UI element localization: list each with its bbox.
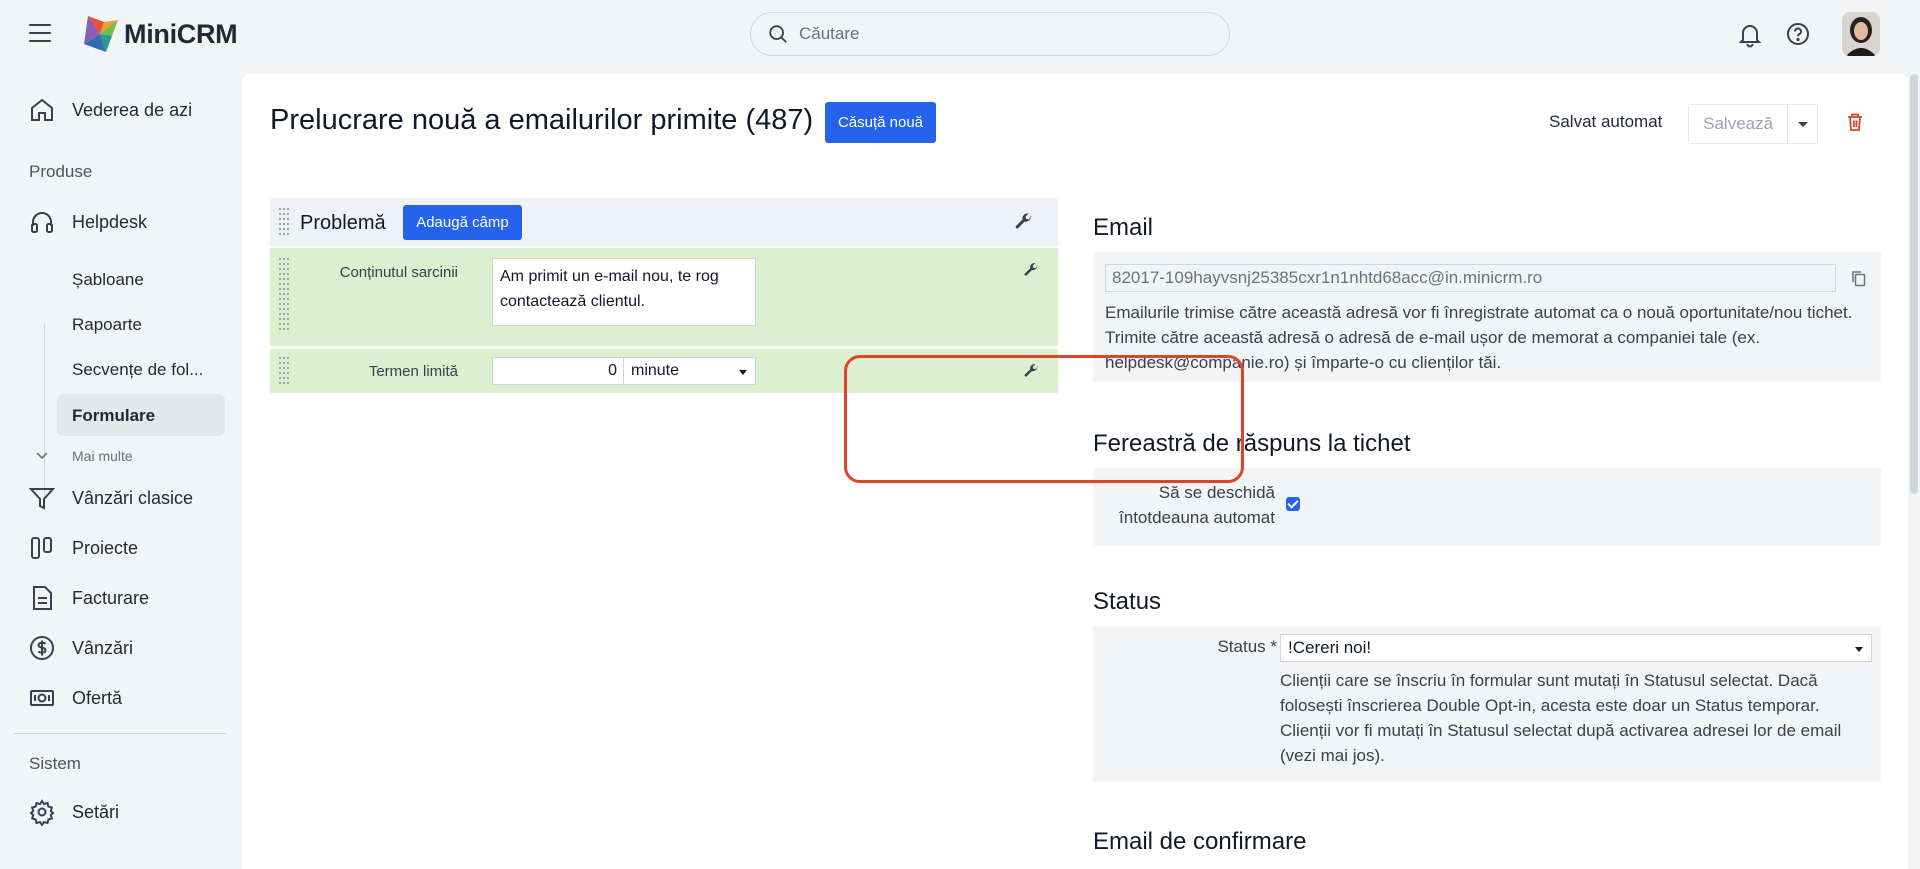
- submenu-line: [44, 324, 45, 508]
- sidebar-item-sales[interactable]: Vânzări: [28, 634, 133, 662]
- headset-icon: [31, 212, 53, 233]
- drag-handle[interactable]: [279, 208, 289, 238]
- kanban-icon: [31, 537, 52, 559]
- help-icon[interactable]: [1786, 22, 1810, 46]
- sidebar-item-label: Ofertă: [72, 687, 123, 708]
- top-bar: MiniCRM: [0, 0, 1920, 70]
- auto-open-label-line2: întotdeauna automat: [1119, 508, 1275, 527]
- sidebar-item-offer[interactable]: Ofertă: [28, 684, 122, 712]
- sidebar-item-label: Setări: [72, 801, 120, 822]
- sidebar-subitem-templates[interactable]: Șabloane: [72, 270, 144, 290]
- save-button-group: Salvează: [1688, 104, 1818, 144]
- funnel-icon: [28, 488, 56, 510]
- sidebar-subitem-sequences[interactable]: Secvențe de fol...: [72, 360, 203, 380]
- search-box[interactable]: [750, 12, 1230, 56]
- sidebar-item-label: Proiecte: [72, 537, 139, 558]
- sidebar-item-projects[interactable]: Proiecte: [28, 534, 138, 562]
- task-content-textarea[interactable]: Am primit un e-mail nou, te rog contacte…: [492, 258, 756, 326]
- field-label: Conținutul sarcinii: [339, 264, 458, 281]
- highlight-annotation: [844, 355, 1244, 483]
- logo[interactable]: MiniCRM: [80, 14, 238, 54]
- wrench-icon[interactable]: [1024, 262, 1039, 277]
- auto-open-checkbox[interactable]: [1286, 497, 1300, 511]
- status-label: Status *: [1217, 637, 1277, 656]
- auto-open-label-line1: Să se deschidă: [1158, 483, 1275, 502]
- section-label-system: Sistem: [29, 754, 81, 773]
- banknote-icon: [30, 690, 54, 706]
- sidebar-subitem-reports[interactable]: Rapoarte: [72, 315, 142, 335]
- gear-icon: [29, 799, 55, 826]
- bell-icon[interactable]: [1738, 22, 1762, 48]
- app-name: MiniCRM: [124, 18, 238, 49]
- user-avatar-icon: [1842, 12, 1880, 56]
- sidebar-item-label: Helpdesk: [72, 211, 148, 232]
- sidebar-item-label: Vederea de azi: [72, 99, 193, 120]
- chevron-down-icon: [36, 452, 48, 460]
- status-panel: Status * !Cereri noi! Clienții care se î…: [1093, 626, 1881, 782]
- sidebar-item-label: Facturare: [72, 587, 150, 608]
- form-field-row: Conținutul sarcinii Am primit un e-mail …: [270, 248, 1058, 346]
- more-toggle[interactable]: Mai multe: [34, 448, 133, 464]
- drag-handle[interactable]: [279, 258, 289, 333]
- autosave-status: Salvat automat: [1549, 112, 1663, 131]
- more-label: Mai multe: [72, 448, 133, 464]
- sidebar-item-classic-sales[interactable]: Vânzări clasice: [28, 484, 193, 512]
- document-icon: [33, 586, 52, 610]
- search-icon: [769, 25, 787, 43]
- auto-open-label: Să se deschidă întotdeauna automat: [1093, 480, 1275, 530]
- home-icon: [31, 98, 53, 121]
- wrench-icon[interactable]: [1015, 212, 1033, 230]
- logo-icon: [84, 16, 118, 52]
- section-label-products: Produse: [29, 162, 93, 181]
- scrollbar[interactable]: [1910, 74, 1918, 494]
- section-title: Problemă: [300, 212, 386, 234]
- status-section-title: Status: [1093, 588, 1162, 615]
- copy-icon[interactable]: [1851, 270, 1867, 288]
- email-address-field[interactable]: 82017-109hayvsnj25385cxr1n1nhtd68acc@in.…: [1105, 264, 1836, 292]
- form-section-header: Problemă Adaugă câmp: [270, 198, 1058, 246]
- sidebar-divider: [14, 733, 226, 734]
- avatar[interactable]: [1842, 12, 1880, 56]
- page-title: Prelucrare nouă a emailurilor primite (4…: [270, 104, 814, 136]
- sidebar-item-today[interactable]: Vederea de azi: [28, 96, 192, 124]
- sidebar-item-helpdesk[interactable]: Helpdesk: [28, 208, 147, 236]
- sidebar-item-label: Vânzări clasice: [72, 487, 194, 508]
- drag-handle[interactable]: [279, 357, 289, 387]
- sidebar-item-billing[interactable]: Facturare: [28, 584, 149, 612]
- status-description: Clienții care se înscriu în formular sun…: [1280, 671, 1842, 765]
- deadline-unit-select[interactable]: minute: [623, 357, 756, 385]
- confirmation-email-title: Email de confirmare: [1093, 828, 1307, 855]
- search-input[interactable]: [799, 24, 1199, 44]
- save-button[interactable]: Salvează: [1689, 105, 1789, 143]
- email-section-title: Email: [1093, 214, 1154, 241]
- deadline-input[interactable]: 0: [492, 357, 624, 385]
- menu-icon[interactable]: [29, 24, 51, 42]
- dollar-icon: [30, 636, 54, 660]
- sidebar-item-label: Vânzări: [72, 637, 134, 658]
- sidebar: Vederea de azi Produse Helpdesk Șabloane…: [0, 70, 240, 869]
- sidebar-item-settings[interactable]: Setări: [28, 798, 119, 826]
- status-select[interactable]: !Cereri noi!: [1280, 634, 1872, 662]
- field-label: Termen limită: [368, 363, 458, 380]
- new-box-button[interactable]: Căsuță nouă: [825, 102, 936, 143]
- sidebar-subitem-forms[interactable]: Formulare: [72, 406, 155, 426]
- trash-icon[interactable]: [1846, 112, 1864, 132]
- add-field-button[interactable]: Adaugă câmp: [403, 205, 522, 240]
- save-dropdown-button[interactable]: [1788, 105, 1817, 143]
